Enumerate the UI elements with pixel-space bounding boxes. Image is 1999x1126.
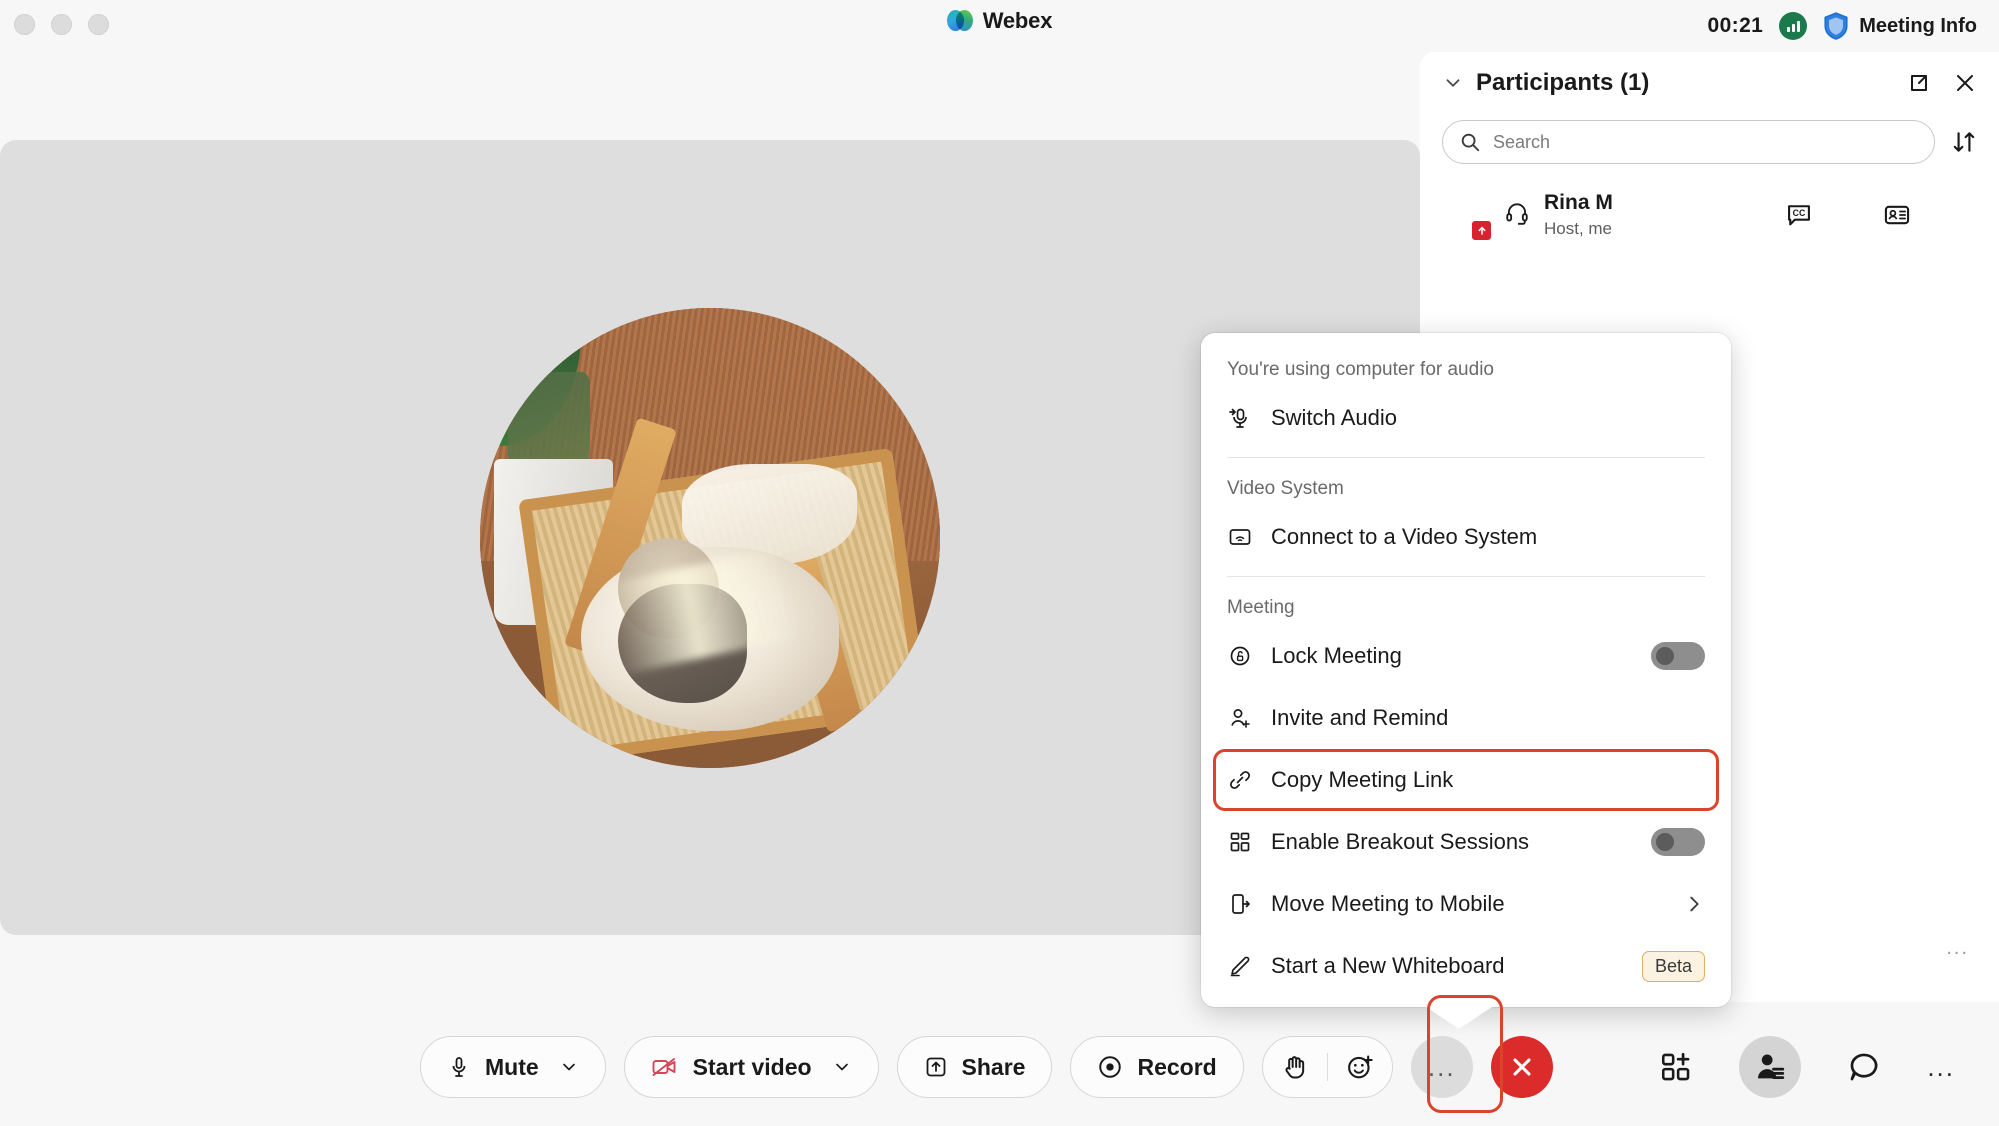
microphone-icon: [452, 1057, 466, 1077]
meeting-info-button[interactable]: Meeting Info: [1823, 12, 1977, 40]
menu-item-label: Move Meeting to Mobile: [1271, 891, 1505, 916]
sort-icon[interactable]: [1951, 129, 1977, 155]
mute-chevron-down-icon[interactable]: [559, 1057, 579, 1077]
search-icon: [1461, 133, 1480, 152]
participant-role: Host, me: [1544, 218, 1613, 238]
search-box[interactable]: [1442, 120, 1935, 164]
share-button-label: Share: [961, 1053, 1026, 1080]
share-upload-icon: [926, 1057, 945, 1077]
menu-section-meeting-label: Meeting: [1227, 597, 1295, 618]
menu-item-switch-audio[interactable]: Switch Audio: [1201, 387, 1731, 449]
menu-item-connect-video-system[interactable]: Connect to a Video System: [1201, 506, 1731, 568]
participants-search-row: [1420, 114, 1999, 164]
participants-list: Rina M Host, me CC: [1420, 164, 1999, 248]
menu-item-label: Copy Meeting Link: [1271, 767, 1454, 792]
panel-overflow-button[interactable]: ...: [1946, 937, 1969, 960]
pencil-icon: [1227, 954, 1253, 978]
mute-button[interactable]: Mute: [420, 1036, 606, 1098]
webex-meeting-window: Webex 00:21 Meeting Info Participants (1…: [0, 0, 1999, 1126]
app-title: Webex: [982, 8, 1053, 33]
contact-card-icon[interactable]: [1883, 201, 1911, 229]
menu-item-copy-meeting-link[interactable]: Copy Meeting Link: [1201, 749, 1731, 811]
menu-item-move-meeting-to-mobile[interactable]: Move Meeting to Mobile: [1201, 873, 1731, 935]
pop-out-icon[interactable]: [1907, 71, 1931, 95]
breakout-grid-icon: [1227, 830, 1253, 854]
record-button-label: Record: [1137, 1053, 1217, 1080]
mute-button-label: Mute: [485, 1053, 539, 1080]
menu-item-label: Enable Breakout Sessions: [1271, 829, 1530, 854]
reactions-group: [1261, 1036, 1393, 1098]
start-video-button[interactable]: Start video: [623, 1036, 879, 1098]
beta-badge: Beta: [1641, 950, 1705, 982]
menu-section-audio-label: You're using computer for audio: [1227, 359, 1494, 380]
camera-off-icon: [652, 1058, 676, 1076]
participants-panel-title: Participants (1): [1476, 69, 1650, 96]
emoji-reaction-icon[interactable]: [1346, 1053, 1374, 1081]
menu-item-enable-breakout-sessions[interactable]: Enable Breakout Sessions: [1201, 811, 1731, 873]
share-badge-icon: [1470, 219, 1493, 242]
raise-hand-icon[interactable]: [1281, 1053, 1309, 1081]
invite-person-icon: [1227, 706, 1253, 730]
participant-name-block: Rina M Host, me: [1544, 191, 1613, 238]
mobile-icon: [1227, 892, 1253, 916]
closed-caption-icon[interactable]: CC: [1785, 201, 1813, 229]
share-button[interactable]: Share: [896, 1036, 1053, 1098]
lock-meeting-toggle[interactable]: [1651, 642, 1705, 670]
record-circle-icon: [1099, 1056, 1122, 1078]
title-bar: Webex 00:21 Meeting Info: [0, 0, 1999, 52]
search-input[interactable]: [1493, 131, 1918, 153]
meeting-info-label: Meeting Info: [1859, 14, 1977, 37]
meeting-timer: 00:21: [1707, 14, 1764, 37]
participants-icon: [1758, 1054, 1785, 1080]
more-options-menu: You're using computer for audio Switch A…: [1201, 333, 1731, 1029]
link-icon: [1227, 768, 1253, 792]
menu-item-label: Invite and Remind: [1271, 705, 1449, 730]
menu-item-invite-and-remind[interactable]: Invite and Remind: [1201, 687, 1731, 749]
avatar: [1442, 191, 1493, 242]
menu-divider: [1227, 576, 1705, 577]
layout-grid-icon[interactable]: [1659, 1050, 1693, 1084]
end-meeting-button[interactable]: [1490, 1036, 1553, 1098]
end-meeting-icon: [1513, 1058, 1531, 1076]
menu-section-video-label: Video System: [1227, 478, 1344, 499]
breakout-sessions-toggle[interactable]: [1651, 828, 1705, 856]
webex-logo-icon: [946, 10, 973, 32]
menu-item-label: Connect to a Video System: [1271, 524, 1538, 549]
divider: [1326, 1053, 1328, 1081]
participant-name: Rina M: [1544, 191, 1613, 215]
start-video-button-label: Start video: [692, 1053, 812, 1080]
chat-bubble-icon[interactable]: [1847, 1050, 1881, 1084]
menu-item-lock-meeting[interactable]: Lock Meeting: [1201, 625, 1731, 687]
participants-panel-header: Participants (1): [1420, 52, 1999, 114]
participant-row[interactable]: Rina M Host, me CC: [1442, 182, 1977, 248]
toolbar-right-controls: ...: [1659, 1036, 1955, 1098]
meeting-toolbar: Mute Start video Share Record ... ...: [0, 1008, 1999, 1126]
menu-item-label: Switch Audio: [1271, 405, 1397, 430]
menu-item-label: Start a New Whiteboard: [1271, 953, 1505, 978]
signal-strength-icon[interactable]: [1779, 12, 1808, 40]
more-options-button[interactable]: ...: [1410, 1036, 1473, 1098]
menu-item-start-a-new-whiteboard[interactable]: Start a New Whiteboard Beta: [1201, 935, 1731, 997]
titlebar-right-group: 00:21 Meeting Info: [1708, 0, 1977, 52]
menu-divider: [1227, 457, 1705, 458]
toolbar-main-controls: Mute Start video Share Record ...: [420, 1036, 1553, 1098]
close-icon[interactable]: [1953, 71, 1977, 95]
video-system-icon: [1227, 525, 1253, 549]
video-chevron-down-icon[interactable]: [832, 1057, 852, 1077]
toolbar-overflow-button[interactable]: ...: [1927, 1054, 1955, 1080]
menu-item-label: Lock Meeting: [1271, 643, 1402, 668]
record-button[interactable]: Record: [1070, 1036, 1244, 1098]
chevron-down-icon[interactable]: [1442, 72, 1464, 94]
chevron-right-icon: [1690, 896, 1699, 912]
svg-text:CC: CC: [1793, 208, 1806, 218]
app-brand: Webex: [0, 8, 1999, 34]
shield-icon: [1824, 12, 1848, 40]
lock-icon: [1227, 644, 1253, 668]
participants-button[interactable]: [1739, 1036, 1802, 1098]
switch-audio-icon: [1227, 406, 1253, 430]
headset-icon: [1504, 200, 1530, 231]
participant-avatar-large: [480, 307, 940, 768]
